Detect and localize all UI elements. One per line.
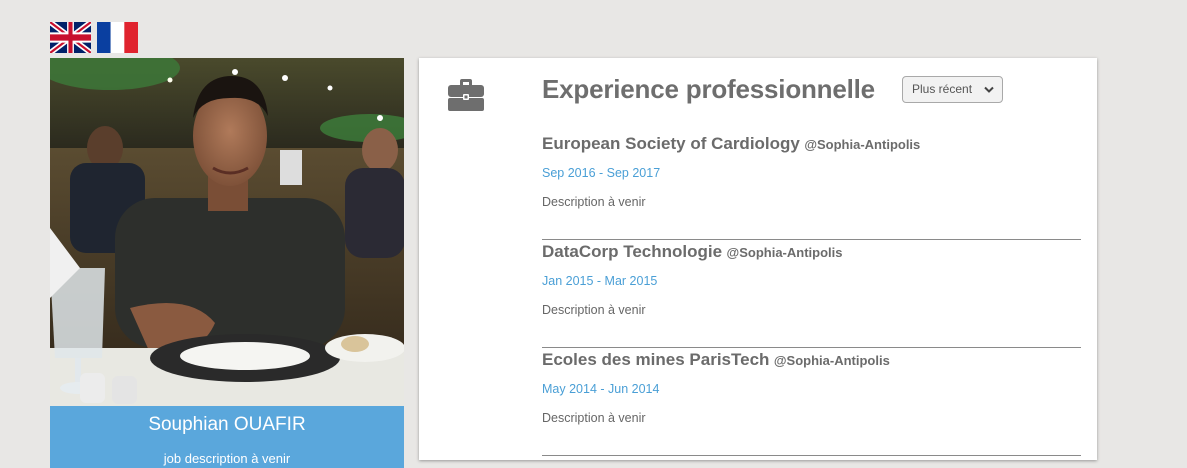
- experience-company: Ecoles des mines ParisTech: [542, 350, 770, 369]
- experience-description: Description à venir: [542, 195, 646, 209]
- experience-location: @Sophia-Antipolis: [773, 353, 890, 368]
- experience-heading: Ecoles des mines ParisTech @Sophia-Antip…: [542, 350, 890, 370]
- experience-dates: Sep 2016 - Sep 2017: [542, 166, 661, 180]
- language-switcher: [50, 22, 138, 53]
- profile-photo: [50, 58, 404, 406]
- uk-flag-icon[interactable]: [50, 22, 91, 53]
- profile-description: job description à venir: [163, 451, 291, 466]
- experience-company: European Society of Cardiology: [542, 134, 800, 153]
- profile-info-bar: Souphian OUAFIR job description à venir: [50, 406, 404, 468]
- experience-heading: DataCorp Technologie @Sophia-Antipolis: [542, 242, 843, 262]
- france-flag-icon[interactable]: [97, 22, 138, 53]
- experience-dates: Jan 2015 - Mar 2015: [542, 274, 658, 288]
- experience-heading: European Society of Cardiology @Sophia-A…: [542, 134, 920, 154]
- sort-selected-value: Plus récent: [912, 82, 973, 96]
- experience-dates: May 2014 - Jun 2014: [542, 382, 660, 396]
- experience-list: European Society of Cardiology @Sophia-A…: [542, 132, 1081, 456]
- experience-location: @Sophia-Antipolis: [804, 137, 921, 152]
- chevron-down-icon: [984, 86, 994, 93]
- experience-item: European Society of Cardiology @Sophia-A…: [542, 132, 1081, 240]
- experience-item: Ecoles des mines ParisTech @Sophia-Antip…: [542, 348, 1081, 456]
- briefcase-icon: [448, 79, 484, 111]
- experience-description: Description à venir: [542, 411, 646, 425]
- experience-item: DataCorp Technologie @Sophia-Antipolis J…: [542, 240, 1081, 348]
- experience-location: @Sophia-Antipolis: [726, 245, 843, 260]
- experience-description: Description à venir: [542, 303, 646, 317]
- section-title: Experience professionnelle: [542, 74, 875, 104]
- experience-card: Experience professionnelle Plus récent E…: [419, 58, 1097, 460]
- experience-company: DataCorp Technologie: [542, 242, 723, 261]
- sort-dropdown[interactable]: Plus récent: [902, 76, 1003, 103]
- profile-name: Souphian OUAFIR: [148, 414, 306, 435]
- profile-card: Souphian OUAFIR job description à venir: [50, 58, 404, 468]
